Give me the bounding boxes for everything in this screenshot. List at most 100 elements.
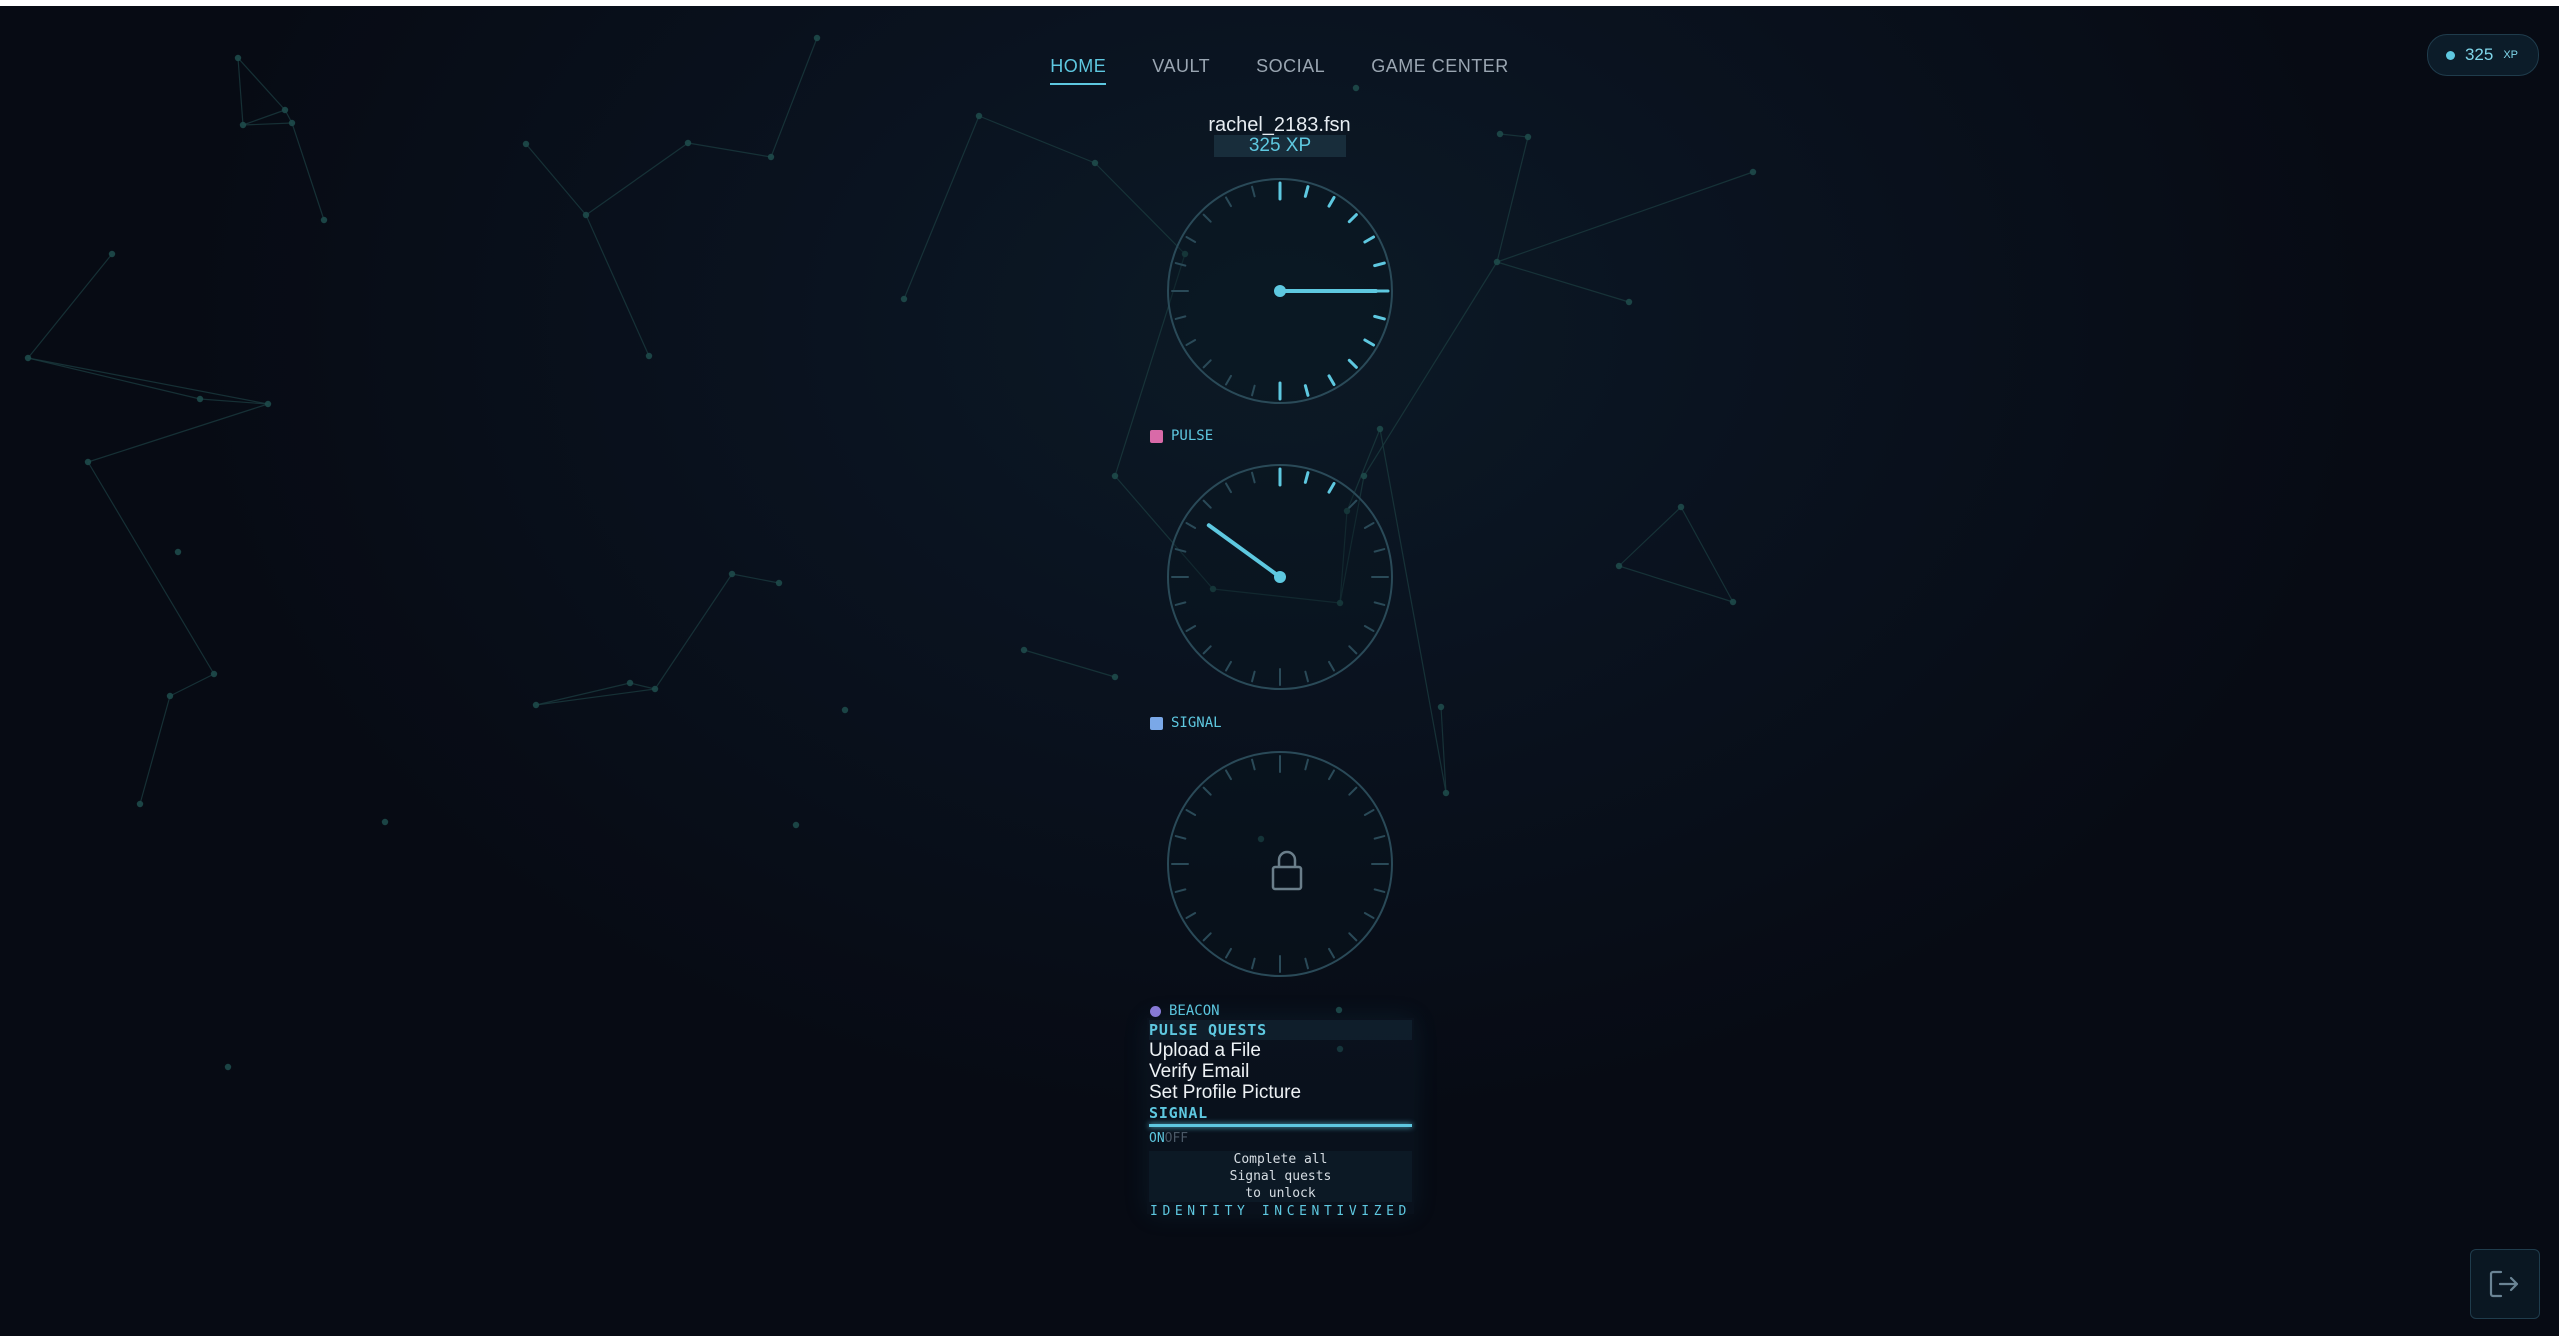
gauge-signal[interactable] <box>1165 749 1395 979</box>
gauge-primary[interactable] <box>1165 176 1395 406</box>
nav-home[interactable]: HOME <box>1050 56 1107 85</box>
constellation-line <box>87 403 269 463</box>
constellation-node <box>1352 84 1360 92</box>
constellation-node <box>582 211 590 219</box>
constellation-node <box>108 250 116 258</box>
constellation-node <box>281 106 289 114</box>
constellation-node <box>813 34 821 42</box>
gauge-label-pulse: PULSE <box>1150 426 1213 446</box>
constellation-line <box>629 682 656 690</box>
pulse-quests-header: PULSE QUESTS <box>1149 1020 1412 1040</box>
constellation-node <box>1625 298 1633 306</box>
constellation-node <box>1493 258 1501 266</box>
constellation-line <box>1496 136 1529 263</box>
constellation-line <box>139 695 171 805</box>
constellation-node <box>84 458 92 466</box>
lock-message-line: to unlock <box>1245 1186 1316 1201</box>
constellation-node <box>645 352 653 360</box>
constellation-node <box>136 800 144 808</box>
constellation-node <box>900 295 908 303</box>
toggle-off[interactable]: OFF <box>1165 1131 1188 1147</box>
constellation-line <box>731 573 780 584</box>
beacon-label: BEACON <box>1169 1003 1220 1019</box>
constellation-line <box>1496 261 1630 303</box>
user-xp: 325 XP <box>1214 135 1346 157</box>
constellation-line <box>687 142 772 158</box>
nav-vault[interactable]: VAULT <box>1152 56 1210 85</box>
constellation-node <box>1091 159 1099 167</box>
constellation-node <box>522 140 530 148</box>
status-dot-icon <box>2445 50 2455 60</box>
username: rachel_2183.fsn <box>1208 114 1351 136</box>
tagline: IDENTITY INCENTIVIZED <box>1150 1204 1411 1219</box>
signal-header: SIGNAL <box>1149 1104 1208 1122</box>
constellation-line <box>1618 506 1682 567</box>
constellation-line <box>654 573 733 690</box>
lock-message-line: Signal quests <box>1229 1169 1332 1184</box>
nav-social[interactable]: SOCIAL <box>1256 56 1325 85</box>
background: HOME VAULT SOCIAL GAME CENTER 325 XP rac… <box>0 0 2559 1336</box>
constellation-line <box>27 253 113 359</box>
constellation-node <box>1442 789 1450 797</box>
xp-chip-value: 325 <box>2464 45 2494 64</box>
gauge-pulse[interactable] <box>1165 462 1395 692</box>
constellation-node <box>767 153 775 161</box>
xp-chip-unit: XP <box>2503 49 2518 61</box>
constellation-node <box>532 701 540 709</box>
quest-item-verify-email[interactable]: Verify Email <box>1149 1061 1412 1082</box>
constellation-node <box>1335 1006 1343 1014</box>
constellation-node <box>1376 425 1384 433</box>
constellation-node <box>1677 503 1685 511</box>
constellation-line <box>169 673 215 697</box>
constellation-line <box>525 143 587 216</box>
constellation-node <box>1020 646 1028 654</box>
constellation-node <box>841 706 849 714</box>
constellation-node <box>224 1063 232 1071</box>
quest-item-upload[interactable]: Upload a File <box>1149 1040 1412 1061</box>
constellation-node <box>651 685 659 693</box>
logout-button[interactable] <box>2470 1249 2540 1319</box>
gauge-label-signal: SIGNAL <box>1150 713 1222 733</box>
constellation-node <box>166 692 174 700</box>
constellation-line <box>27 357 269 405</box>
logout-icon <box>2489 1270 2519 1298</box>
constellation-line <box>291 122 325 221</box>
constellation-node <box>174 548 182 556</box>
gauge-hub <box>1274 285 1286 297</box>
constellation-node <box>1437 703 1445 711</box>
constellation-node <box>381 818 389 826</box>
constellation-node <box>320 216 328 224</box>
constellation-node <box>1111 673 1119 681</box>
constellation-node <box>684 139 692 147</box>
constellation-node <box>1615 562 1623 570</box>
constellation-line <box>903 115 980 300</box>
constellation-node <box>775 579 783 587</box>
pulse-label: PULSE <box>1171 428 1214 444</box>
pulse-badge-icon <box>1150 429 1163 443</box>
quest-panel: PULSE QUESTS Upload a File Verify Email … <box>1149 1020 1412 1219</box>
constellation-line <box>27 357 201 400</box>
constellation-node <box>196 395 204 403</box>
constellation-line <box>585 142 689 216</box>
signal-lock-message: Complete all Signal quests to unlock <box>1149 1151 1412 1202</box>
constellation-node <box>1729 598 1737 606</box>
toggle-on[interactable]: ON <box>1149 1131 1165 1147</box>
signal-progress-bar <box>1149 1124 1412 1127</box>
beacon-badge-icon <box>1150 1005 1161 1017</box>
constellation-line <box>585 214 650 357</box>
constellation-line <box>1496 171 1754 263</box>
constellation-node <box>626 679 634 687</box>
constellation-line <box>1023 649 1116 678</box>
xp-chip[interactable]: 325 XP <box>2426 34 2539 76</box>
lock-message-line: Complete all <box>1233 1152 1328 1167</box>
gauge-hub <box>1274 571 1286 583</box>
constellation-node <box>264 400 272 408</box>
quest-item-profile-picture[interactable]: Set Profile Picture <box>1149 1082 1412 1103</box>
constellation-node <box>210 670 218 678</box>
signal-toggle[interactable]: ON OFF <box>1149 1131 1412 1147</box>
signal-badge-icon <box>1150 716 1163 730</box>
constellation-node <box>1111 472 1119 480</box>
nav-game-center[interactable]: GAME CENTER <box>1371 56 1509 85</box>
constellation-line <box>87 461 215 675</box>
constellation-node <box>24 354 32 362</box>
